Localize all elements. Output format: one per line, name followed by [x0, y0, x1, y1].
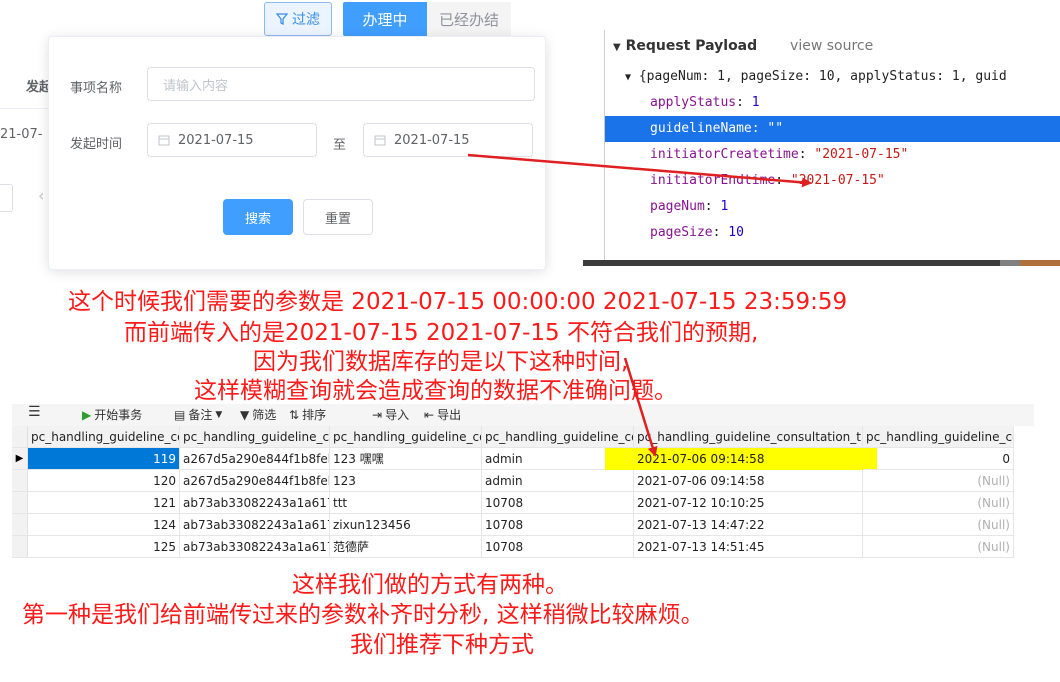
annotation-arrows	[467, 153, 812, 457]
arrow-to-db-time	[623, 357, 658, 457]
arrow-to-payload	[467, 153, 812, 188]
